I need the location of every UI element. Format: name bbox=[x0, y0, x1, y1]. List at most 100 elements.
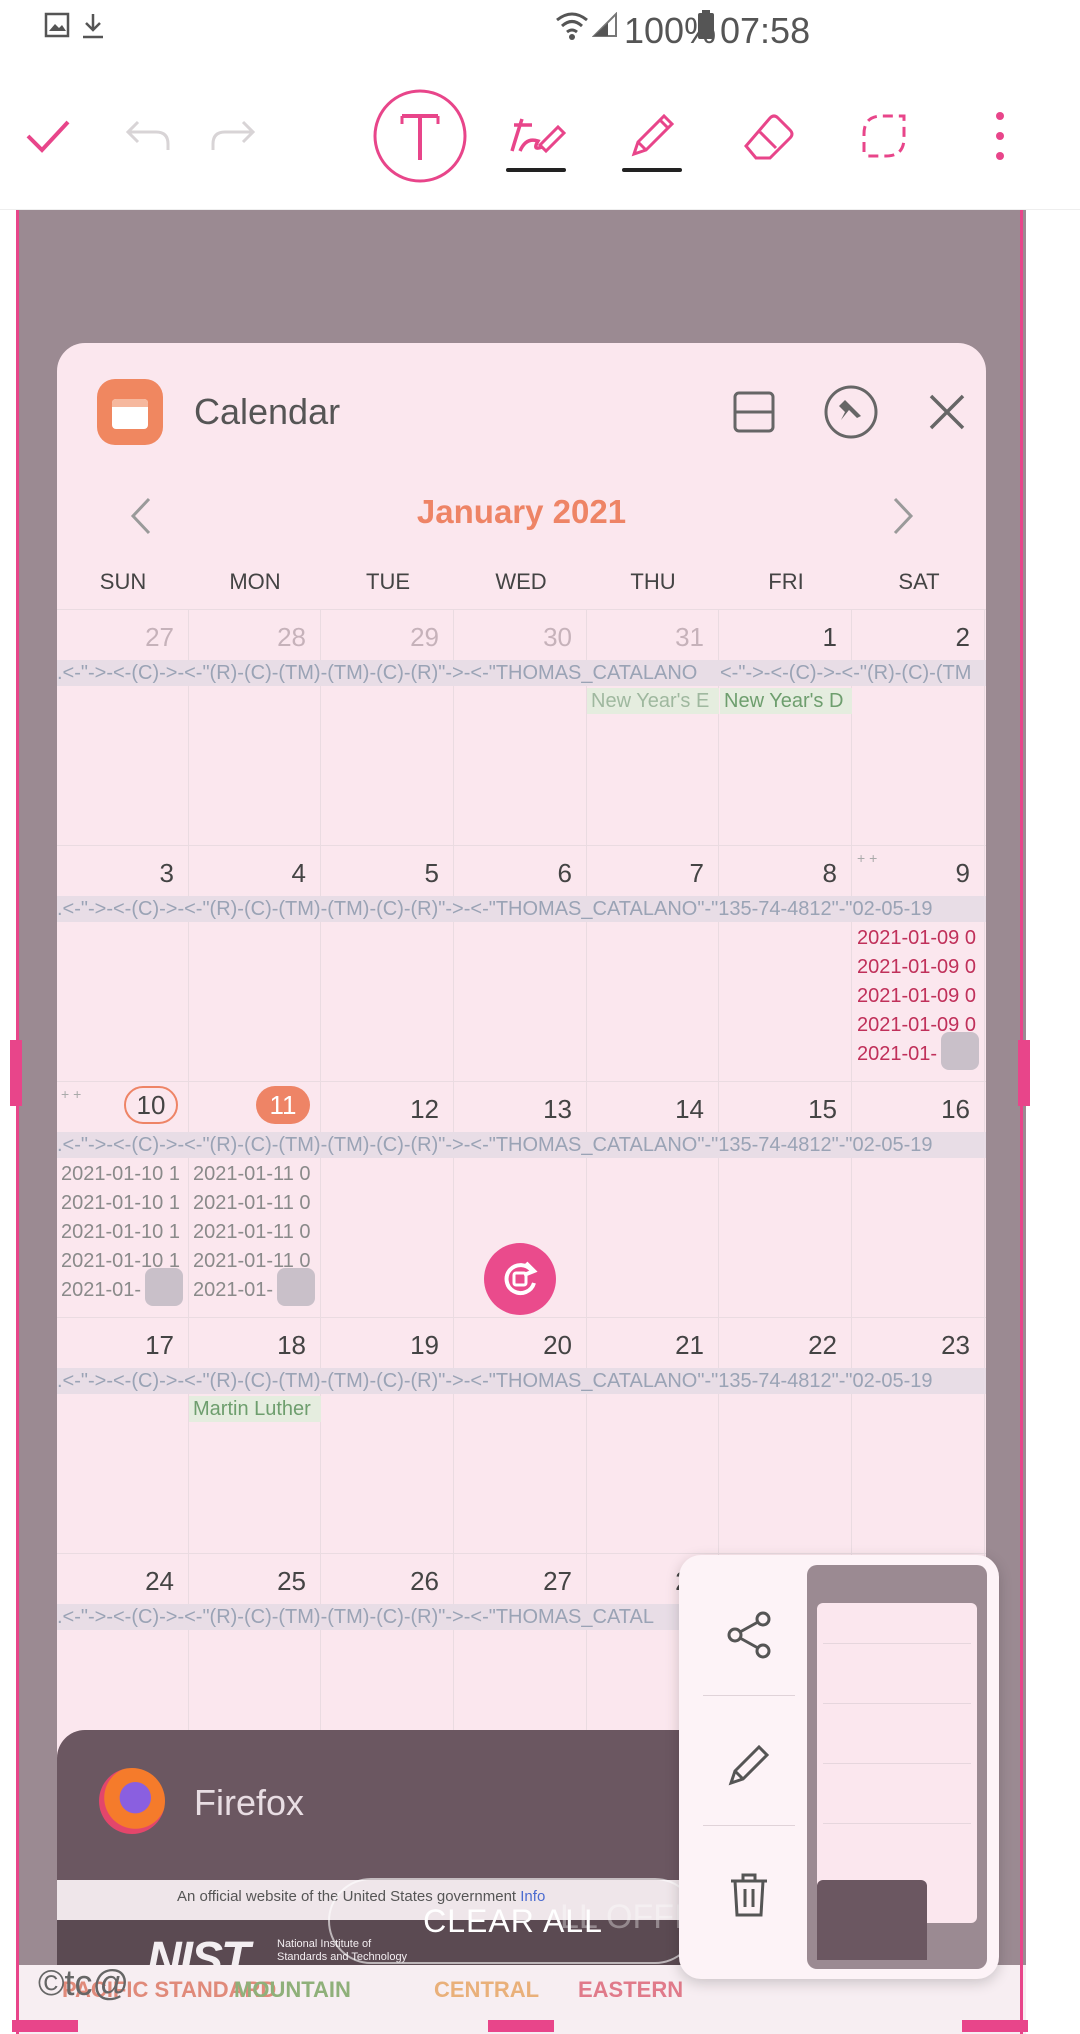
crop-handle-bottom[interactable] bbox=[488, 2020, 554, 2032]
day-number: 4 bbox=[291, 858, 306, 888]
close-button[interactable] bbox=[912, 377, 982, 447]
day-number: 31 bbox=[675, 622, 704, 652]
close-icon bbox=[929, 394, 965, 430]
day-number: 30 bbox=[543, 622, 572, 652]
day-number: 15 bbox=[808, 1094, 837, 1124]
day-number: 1 bbox=[822, 622, 837, 652]
clock: 07:58 bbox=[720, 10, 811, 51]
calendar-app-icon bbox=[97, 379, 163, 445]
timezone-label: CENTRAL bbox=[434, 1977, 540, 2002]
day-number: 14 bbox=[675, 1094, 704, 1124]
attachment-icon bbox=[941, 1032, 979, 1070]
week-row: 27 28 29 30 31 1 2 .<-"->-<-(C)->-<-"(R)… bbox=[57, 609, 986, 846]
holiday-event[interactable]: New Year's E bbox=[587, 688, 719, 714]
clear-all-button[interactable]: CLEAR ALL bbox=[328, 1878, 698, 1964]
event-strip[interactable]: .<-"->-<-(C)->-<-"(R)-(C)-(TM)-(TM)-(C)-… bbox=[57, 1368, 986, 1394]
calendar-card-header: Calendar bbox=[57, 343, 986, 473]
weekday-label: THU bbox=[630, 569, 676, 594]
event-item: 2021-01-10 1 bbox=[61, 1192, 180, 1214]
event-strip-text: .<-"->-<-(C)->-<-"(R)-(C)-(TM)-(TM)-(C)-… bbox=[57, 1134, 933, 1156]
trash-icon bbox=[731, 1873, 767, 1917]
day-cell[interactable]: 16 bbox=[853, 1082, 985, 1318]
day-cell[interactable]: 1 bbox=[720, 610, 852, 846]
day-cell[interactable]: 21 bbox=[587, 1318, 719, 1554]
day-cell[interactable]: 6 bbox=[455, 846, 587, 1082]
day-cell[interactable]: 23 bbox=[853, 1318, 985, 1554]
day-number: 16 bbox=[941, 1094, 970, 1124]
day-cell[interactable]: 15 bbox=[720, 1082, 852, 1318]
day-cell[interactable]: 12 bbox=[322, 1082, 454, 1318]
day-cell[interactable]: 19 bbox=[322, 1318, 454, 1554]
event-item: 2021-01-09 0 bbox=[857, 985, 976, 1007]
day-cell[interactable]: 11 2021-01-11 0 2021-01-11 0 2021-01-11 … bbox=[189, 1082, 321, 1318]
day-number: 23 bbox=[941, 1330, 970, 1360]
holiday-event[interactable]: Martin Luther bbox=[189, 1396, 321, 1422]
divider bbox=[703, 1695, 795, 1696]
day-cell[interactable]: 5 bbox=[322, 846, 454, 1082]
thumbnail-firefox bbox=[817, 1880, 927, 1960]
day-cell[interactable]: 3 bbox=[57, 846, 189, 1082]
crop-handle-bottom-left[interactable] bbox=[12, 2020, 78, 2032]
day-cell[interactable]: 27 bbox=[57, 610, 189, 846]
share-button[interactable] bbox=[699, 1585, 799, 1685]
week-row: 3 4 5 6 7 8 + + 9 2021-01-09 0 2021-01-0… bbox=[57, 845, 986, 1082]
day-number: 25 bbox=[277, 1566, 306, 1596]
weekday-header: SUN MON TUE WED THU FRI SAT bbox=[57, 569, 986, 609]
month-title[interactable]: January 2021 bbox=[57, 493, 986, 531]
split-view-button[interactable] bbox=[719, 377, 789, 447]
crop-handle-left[interactable] bbox=[10, 1040, 22, 1106]
pin-button[interactable] bbox=[816, 377, 886, 447]
holiday-event[interactable]: New Year's D bbox=[720, 688, 852, 714]
more-options-button[interactable] bbox=[952, 88, 1048, 184]
selected-day-marker: 11 bbox=[256, 1086, 310, 1124]
redo-button[interactable] bbox=[185, 88, 281, 184]
pencil-button[interactable] bbox=[604, 88, 700, 184]
eraser-button[interactable] bbox=[720, 88, 816, 184]
lasso-button[interactable] bbox=[836, 88, 932, 184]
edit-button[interactable] bbox=[699, 1715, 799, 1815]
day-cell[interactable]: 28 bbox=[189, 610, 321, 846]
event-item: 2021-01-11 0 bbox=[193, 1192, 311, 1214]
text-tool-button[interactable] bbox=[372, 88, 468, 184]
day-cell[interactable]: 7 bbox=[587, 846, 719, 1082]
undo-button[interactable] bbox=[100, 88, 196, 184]
day-cell[interactable]: 17 bbox=[57, 1318, 189, 1554]
day-cell[interactable]: 22 bbox=[720, 1318, 852, 1554]
day-cell[interactable]: 18 bbox=[189, 1318, 321, 1554]
event-strip-text: .<-"->-<-(C)->-<-"(R)-(C)-(TM)-(TM)-(C)-… bbox=[57, 898, 933, 920]
day-number: 6 bbox=[557, 858, 572, 888]
day-cell[interactable]: 8 bbox=[720, 846, 852, 1082]
next-month-icon[interactable] bbox=[877, 491, 927, 541]
day-cell[interactable]: 29 bbox=[322, 610, 454, 846]
weekday-label: WED bbox=[495, 569, 547, 594]
crop-frame-left bbox=[16, 210, 19, 2034]
firefox-app-title: Firefox bbox=[194, 1782, 305, 1823]
event-strip-text: .<-"->-<-(C)->-<-"(R)-(C)-(TM)-(TM)-(C)-… bbox=[57, 1606, 655, 1628]
day-number: 19 bbox=[410, 1330, 439, 1360]
day-cell[interactable]: 4 bbox=[189, 846, 321, 1082]
day-cell[interactable]: 2 bbox=[853, 610, 985, 846]
crop-handle-right[interactable] bbox=[1018, 1040, 1030, 1106]
pencil-icon bbox=[631, 113, 675, 157]
screenshot-action-panel bbox=[679, 1555, 999, 1979]
event-item: 2021-01-11 0 bbox=[193, 1163, 311, 1185]
event-strip[interactable]: .<-"->-<-(C)->-<-"(R)-(C)-(TM)-(TM)-(C)-… bbox=[57, 660, 986, 686]
screenshot-canvas[interactable]: Calendar January 2021 SUN MON TUE WED TH… bbox=[0, 210, 1080, 2034]
rotate-button[interactable] bbox=[484, 1243, 556, 1315]
month-navigation: January 2021 bbox=[57, 473, 986, 553]
active-underline bbox=[506, 168, 566, 172]
day-cell[interactable]: 30 bbox=[455, 610, 587, 846]
day-cell[interactable]: 20 bbox=[455, 1318, 587, 1554]
handwriting-pen-button[interactable] bbox=[488, 88, 584, 184]
event-strip[interactable]: .<-"->-<-(C)->-<-"(R)-(C)-(TM)-(TM)-(C)-… bbox=[57, 1132, 986, 1158]
event-item: 2021-01-09 0 bbox=[857, 927, 976, 949]
crop-handle-bottom-right[interactable] bbox=[962, 2020, 1028, 2032]
done-button[interactable] bbox=[0, 88, 96, 184]
event-strip[interactable]: .<-"->-<-(C)->-<-"(R)-(C)-(TM)-(TM)-(C)-… bbox=[57, 896, 986, 922]
day-cell[interactable]: + + 10 2021-01-10 1 2021-01-10 1 2021-01… bbox=[57, 1082, 189, 1318]
day-cell[interactable]: + + 9 2021-01-09 0 2021-01-09 0 2021-01-… bbox=[853, 846, 985, 1082]
delete-button[interactable] bbox=[699, 1845, 799, 1945]
screenshot-thumbnail[interactable] bbox=[807, 1565, 987, 1969]
day-cell[interactable]: 14 bbox=[587, 1082, 719, 1318]
day-cell[interactable]: 31 bbox=[587, 610, 719, 846]
